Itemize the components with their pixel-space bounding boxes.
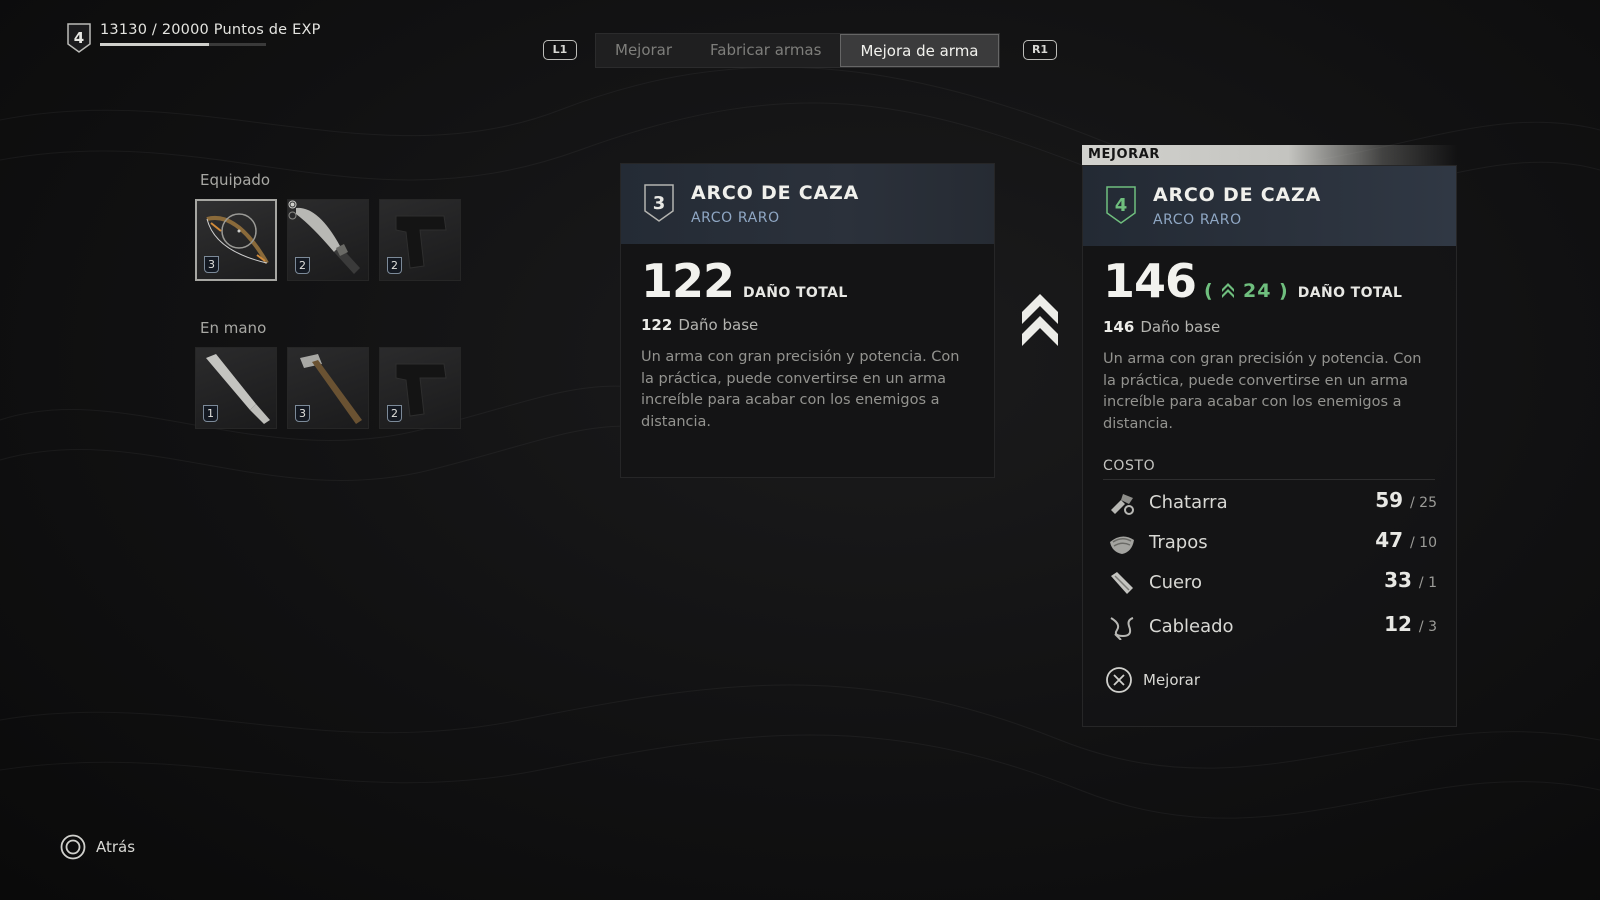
damage-increase: ( 24 )	[1204, 280, 1289, 302]
upgrade-arrow-icon	[1022, 294, 1058, 346]
in-hand-label: En mano	[200, 319, 267, 337]
current-weapon-card: 3 ARCO DE CAZA ARCO RARO 122 DAÑO TOTAL …	[620, 163, 995, 478]
current-weapon-header: 3 ARCO DE CAZA ARCO RARO	[621, 164, 994, 244]
upgrade-weapon-description: Un arma con gran precisión y potencia. C…	[1103, 351, 1422, 432]
cost-amount: 12 / 3	[1384, 612, 1437, 636]
cost-header: COSTO	[1103, 458, 1435, 480]
upgrade-base-damage-label: Daño base	[1140, 318, 1221, 336]
cost-row-trapos: Trapos 47 / 10	[1103, 526, 1437, 560]
upgrade-weapon-level: 4	[1114, 195, 1128, 216]
tab-bar: Mejorar Fabricar armas Mejora de arma	[595, 33, 1000, 68]
current-weapon-level-badge: 3	[643, 183, 675, 223]
exp-text: 13130 / 20000 Puntos de EXP	[100, 22, 321, 38]
upgrade-button-label: Mejorar	[1143, 671, 1201, 689]
current-weapon-rarity: ARCO RARO	[691, 210, 780, 226]
scrap-icon	[1111, 494, 1134, 515]
upgrade-base-damage-value: 146	[1103, 318, 1135, 336]
upgrade-weapon-name: ARCO DE CAZA	[1153, 184, 1322, 206]
upgrade-total-damage-label: DAÑO TOTAL	[1297, 285, 1403, 301]
current-total-damage: 122 DAÑO TOTAL	[641, 254, 848, 308]
cost-amount: 59 / 25	[1375, 488, 1437, 512]
item-level-badge: 3	[204, 256, 219, 273]
circle-button-icon	[60, 834, 86, 860]
upgrade-total-damage-value: 146	[1103, 254, 1197, 308]
cost-amount: 47 / 10	[1375, 528, 1437, 552]
current-base-damage-value: 122	[641, 316, 673, 334]
current-base-damage: 122 Daño base	[641, 316, 758, 334]
upgrade-weapon-rarity: ARCO RARO	[1153, 212, 1242, 228]
equipped-label: Equipado	[200, 171, 271, 189]
upgrade-weapon-card: 4 ARCO DE CAZA ARCO RARO 146 ( 24 ) DAÑO…	[1082, 165, 1457, 727]
item-level-badge: 2	[387, 405, 402, 422]
upgrade-tag: MEJORAR	[1082, 145, 1457, 165]
cost-row-cuero: Cuero 33 / 1	[1103, 566, 1437, 600]
cost-name: Chatarra	[1149, 492, 1228, 513]
exp-progress-bar	[100, 43, 266, 46]
in-hand-slot-machete[interactable]: 1	[195, 347, 277, 429]
player-level: 4	[73, 29, 85, 47]
tab-mejorar[interactable]: Mejorar	[596, 34, 691, 67]
upgrade-button[interactable]: Mejorar	[1105, 666, 1200, 694]
exp-display: 4 13130 / 20000 Puntos de EXP	[66, 22, 321, 54]
rags-icon	[1110, 536, 1134, 554]
current-weapon-description: Un arma con gran precisión y potencia. C…	[641, 349, 960, 430]
increase-arrow-icon	[1222, 283, 1235, 298]
exp-progress-fill	[100, 43, 209, 46]
back-button[interactable]: Atrás	[60, 834, 135, 860]
item-level-badge: 3	[295, 405, 310, 422]
equipped-slot-pistol[interactable]: 2	[379, 199, 461, 281]
cost-name: Cuero	[1149, 572, 1203, 593]
loadout-indicator-icon	[288, 200, 297, 220]
wiring-icon	[1110, 617, 1134, 640]
current-total-damage-value: 122	[641, 254, 735, 308]
equipped-slot-bow[interactable]: 3	[195, 199, 277, 281]
back-button-label: Atrás	[96, 838, 136, 856]
cost-name: Cableado	[1149, 616, 1234, 637]
current-weapon-level: 3	[652, 193, 666, 214]
item-level-badge: 1	[203, 405, 218, 422]
current-weapon-name: ARCO DE CAZA	[691, 182, 860, 204]
tab-mejora-de-arma[interactable]: Mejora de arma	[840, 34, 999, 67]
upgrade-base-damage: 146 Daño base	[1103, 318, 1220, 336]
equipped-slot-machete[interactable]: 2	[287, 199, 369, 281]
cost-row-chatarra: Chatarra 59 / 25	[1103, 486, 1437, 520]
cost-amount: 33 / 1	[1384, 568, 1437, 592]
current-base-damage-label: Daño base	[678, 316, 759, 334]
l1-button-hint[interactable]: L1	[543, 40, 577, 60]
cross-button-icon	[1106, 667, 1132, 693]
damage-increase-value: 24	[1242, 280, 1272, 302]
leather-icon	[1111, 572, 1133, 594]
in-hand-slot-hammer[interactable]: 3	[287, 347, 369, 429]
cost-name: Trapos	[1149, 532, 1208, 553]
player-level-badge: 4	[66, 22, 92, 54]
cost-row-cableado: Cableado 12 / 3	[1103, 610, 1437, 644]
item-level-badge: 2	[295, 257, 310, 274]
upgrade-total-damage: 146 ( 24 ) DAÑO TOTAL	[1103, 254, 1402, 308]
upgrade-weapon-level-badge: 4	[1105, 185, 1137, 225]
in-hand-slot-pistol[interactable]: 2	[379, 347, 461, 429]
r1-button-hint[interactable]: R1	[1023, 40, 1057, 60]
current-total-damage-label: DAÑO TOTAL	[743, 285, 848, 301]
upgrade-weapon-header: 4 ARCO DE CAZA ARCO RARO	[1083, 166, 1456, 246]
tab-fabricar-armas[interactable]: Fabricar armas	[691, 34, 840, 67]
item-level-badge: 2	[387, 257, 402, 274]
